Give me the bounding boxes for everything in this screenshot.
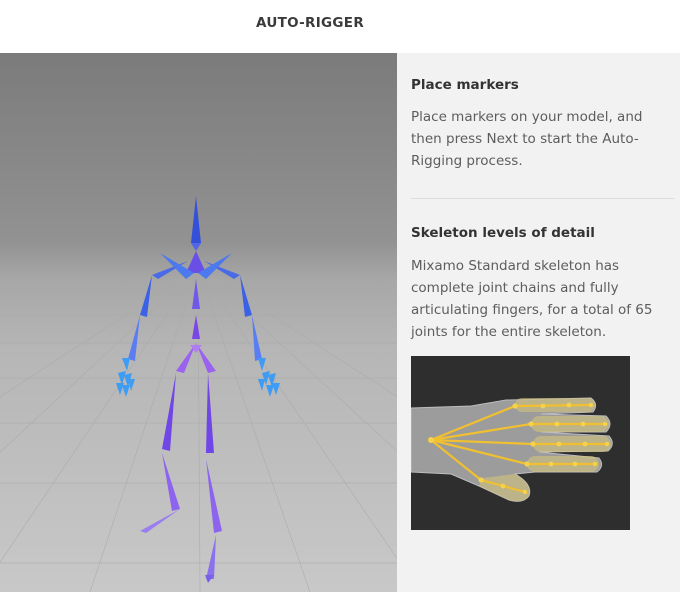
3d-viewport[interactable] bbox=[0, 53, 397, 592]
section-title-place-markers: Place markers bbox=[411, 77, 519, 93]
viewport-scene[interactable] bbox=[0, 53, 397, 592]
top-bar: AUTO-RIGGER bbox=[0, 0, 680, 53]
hand-illustration bbox=[410, 356, 630, 530]
page-title: AUTO-RIGGER bbox=[255, 15, 365, 31]
skeleton-hand-image bbox=[410, 356, 630, 530]
section-divider bbox=[411, 198, 674, 199]
section-title-skeleton-detail: Skeleton levels of detail bbox=[411, 225, 595, 241]
section-text-skeleton-detail: Mixamo Standard skeleton has complete jo… bbox=[411, 258, 653, 340]
section-text-place-markers: Place markers on your model, and then pr… bbox=[411, 109, 643, 169]
info-panel: Place markers Place markers on your mode… bbox=[397, 53, 680, 592]
